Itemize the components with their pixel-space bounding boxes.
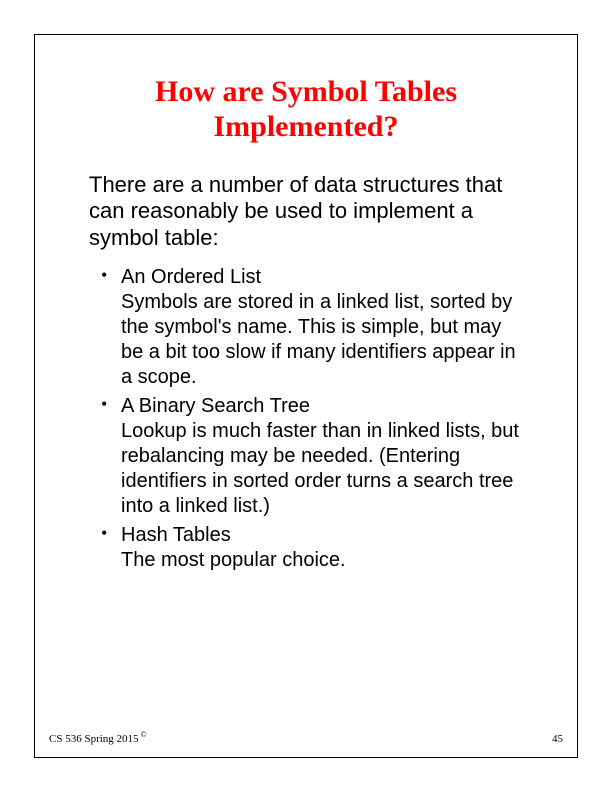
- bullet-item: An Ordered List Symbols are stored in a …: [97, 265, 527, 390]
- bullet-title: Hash Tables: [121, 523, 527, 548]
- page-number: 45: [552, 733, 563, 745]
- intro-text: There are a number of data structures th…: [85, 172, 527, 251]
- bullet-item: Hash Tables The most popular choice.: [97, 523, 527, 573]
- slide-title: How are Symbol Tables Implemented?: [85, 75, 527, 144]
- bullet-title: A Binary Search Tree: [121, 394, 527, 419]
- footer: CS 536 Spring 2015 © 45: [49, 733, 563, 745]
- bullet-desc: Symbols are stored in a linked list, sor…: [121, 290, 527, 390]
- bullet-desc: Lookup is much faster than in linked lis…: [121, 419, 527, 519]
- bullet-item: A Binary Search Tree Lookup is much fast…: [97, 394, 527, 519]
- footer-left: CS 536 Spring 2015 ©: [49, 733, 147, 745]
- copyright-symbol: ©: [141, 730, 147, 739]
- course-label: CS 536 Spring 2015: [49, 733, 139, 745]
- bullet-desc: The most popular choice.: [121, 548, 527, 573]
- bullet-list: An Ordered List Symbols are stored in a …: [85, 265, 527, 573]
- bullet-title: An Ordered List: [121, 265, 527, 290]
- slide-frame: How are Symbol Tables Implemented? There…: [34, 34, 578, 758]
